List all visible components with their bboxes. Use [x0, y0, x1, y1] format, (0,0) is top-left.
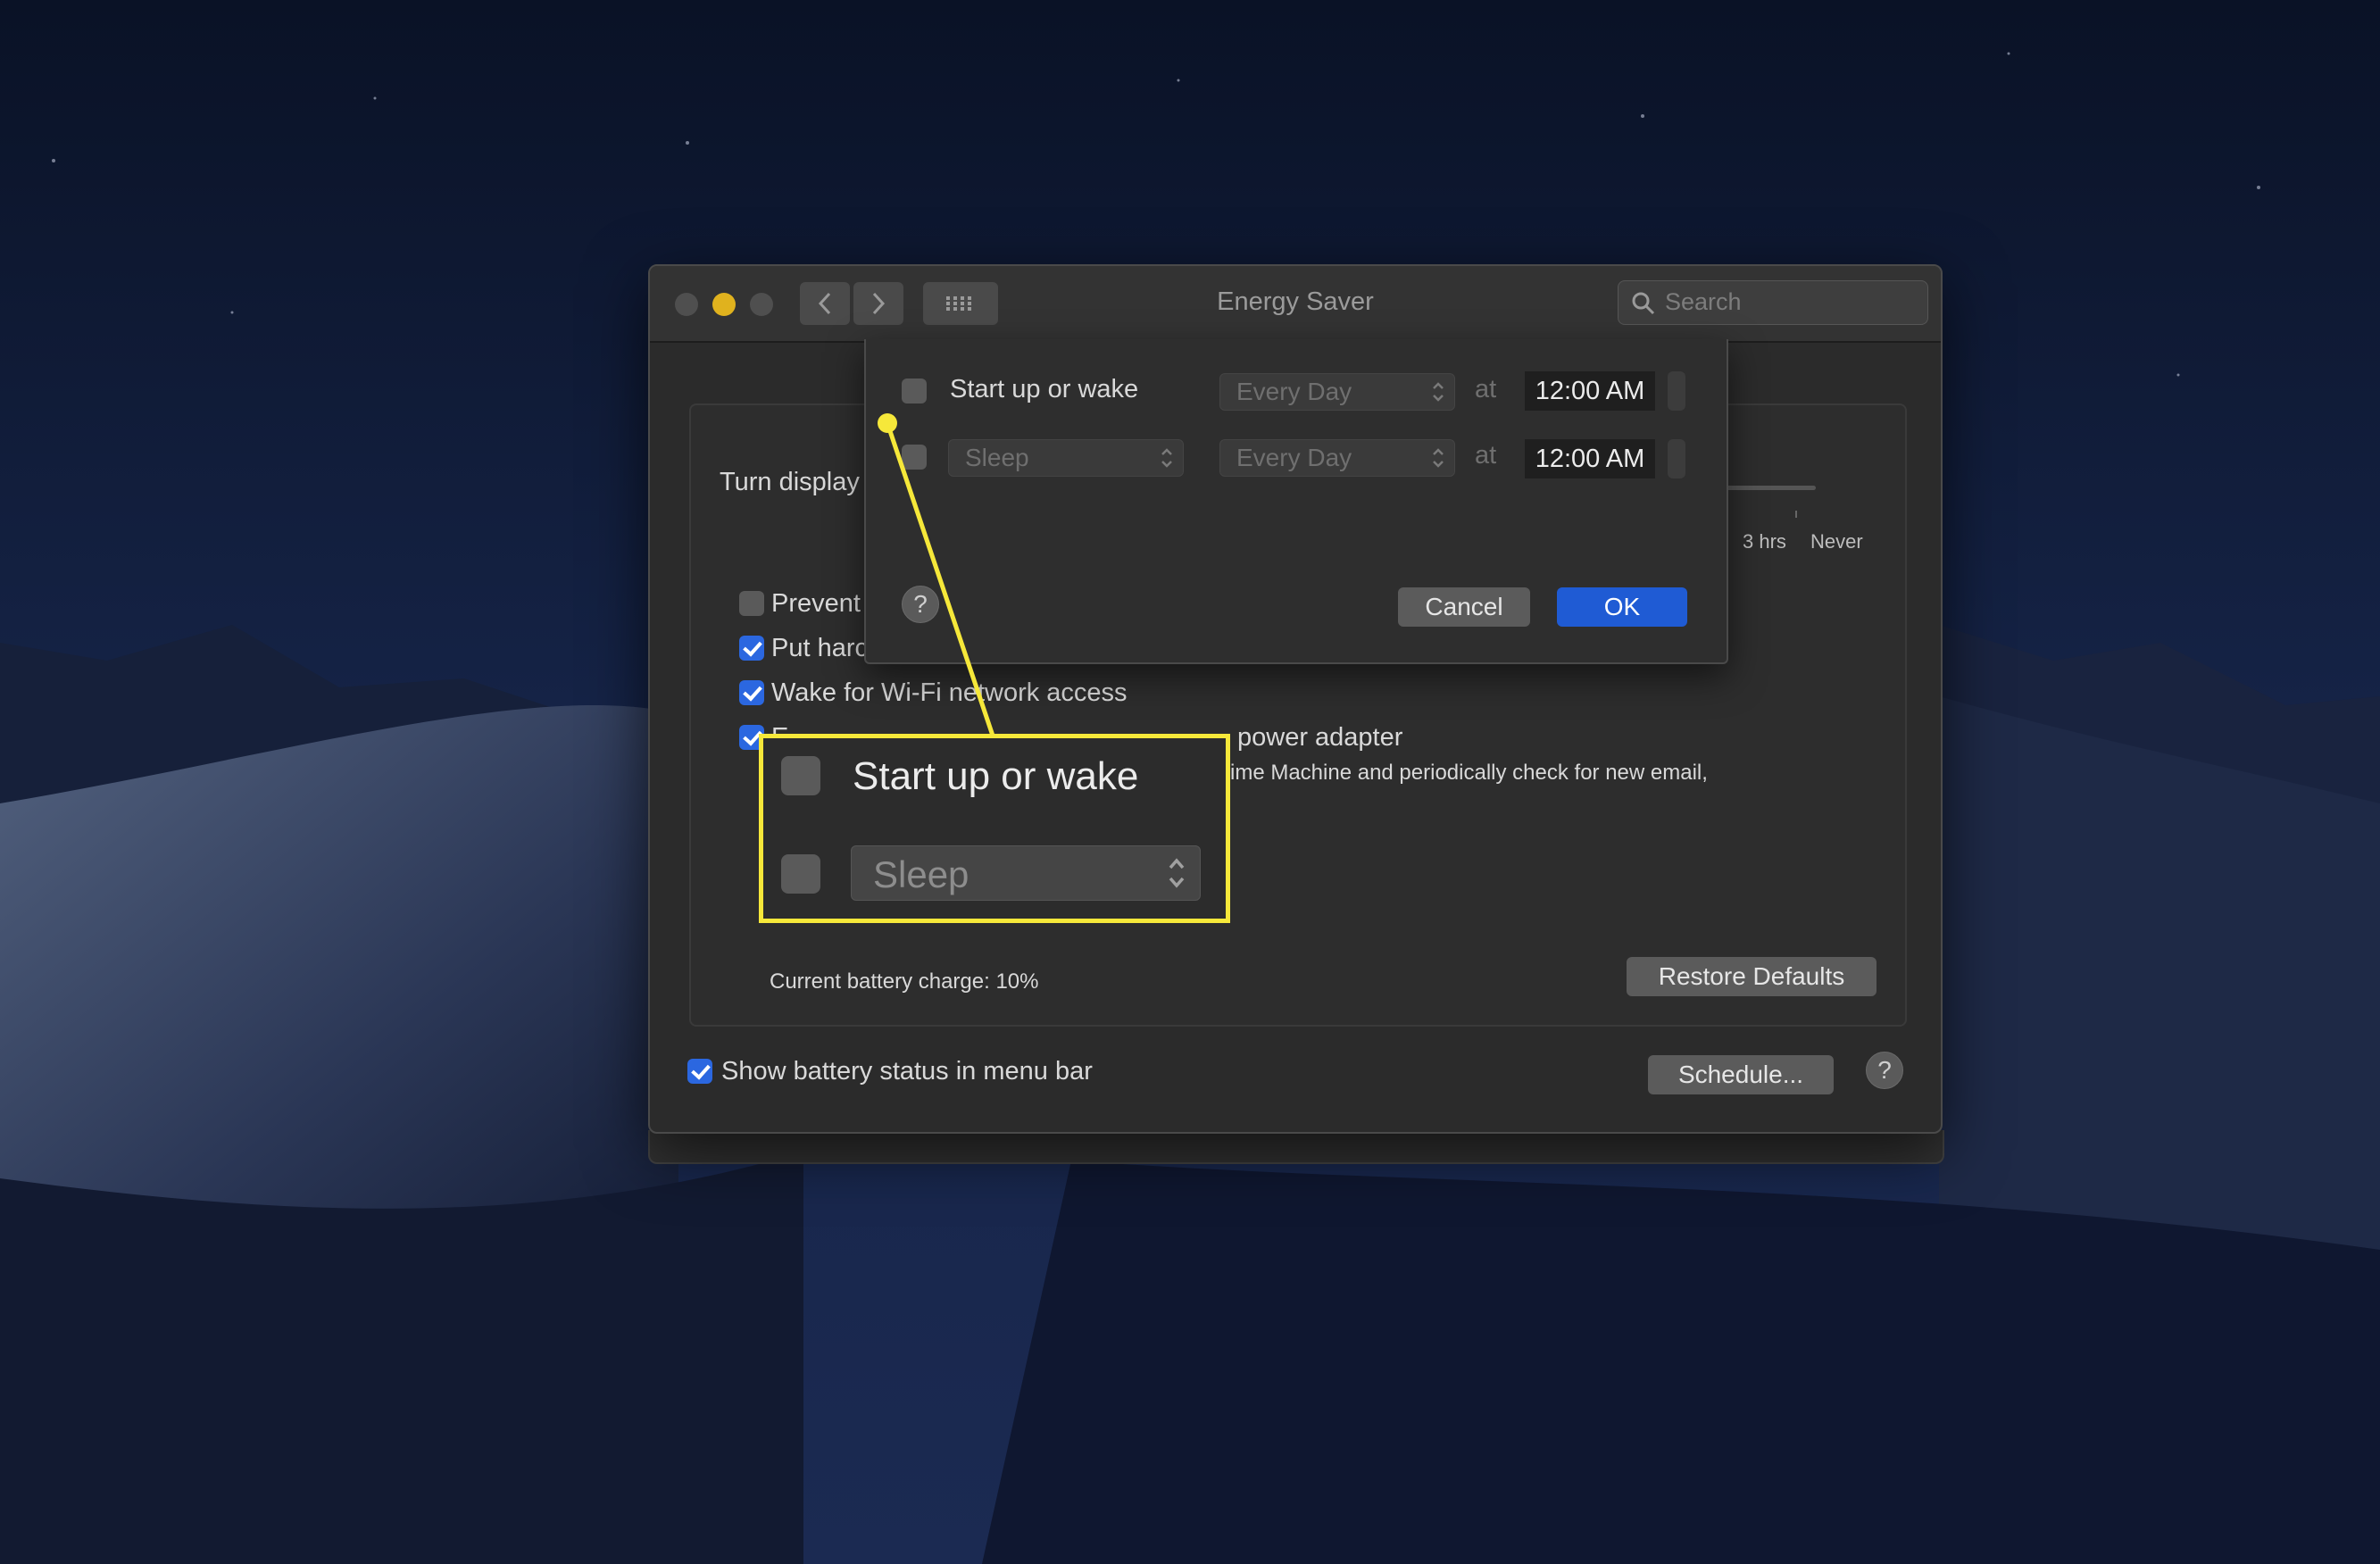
callout-sleep-checkbox — [781, 854, 820, 894]
updown-chevron-icon — [1169, 858, 1185, 888]
highlight-callout: Start up or wake Sleep — [759, 734, 1230, 923]
callout-sleep-label: Sleep — [873, 853, 969, 895]
callout-startup-label: Start up or wake — [853, 754, 1139, 798]
callout-startup-checkbox — [781, 756, 820, 795]
callout-sleep-select: Sleep — [851, 845, 1201, 901]
